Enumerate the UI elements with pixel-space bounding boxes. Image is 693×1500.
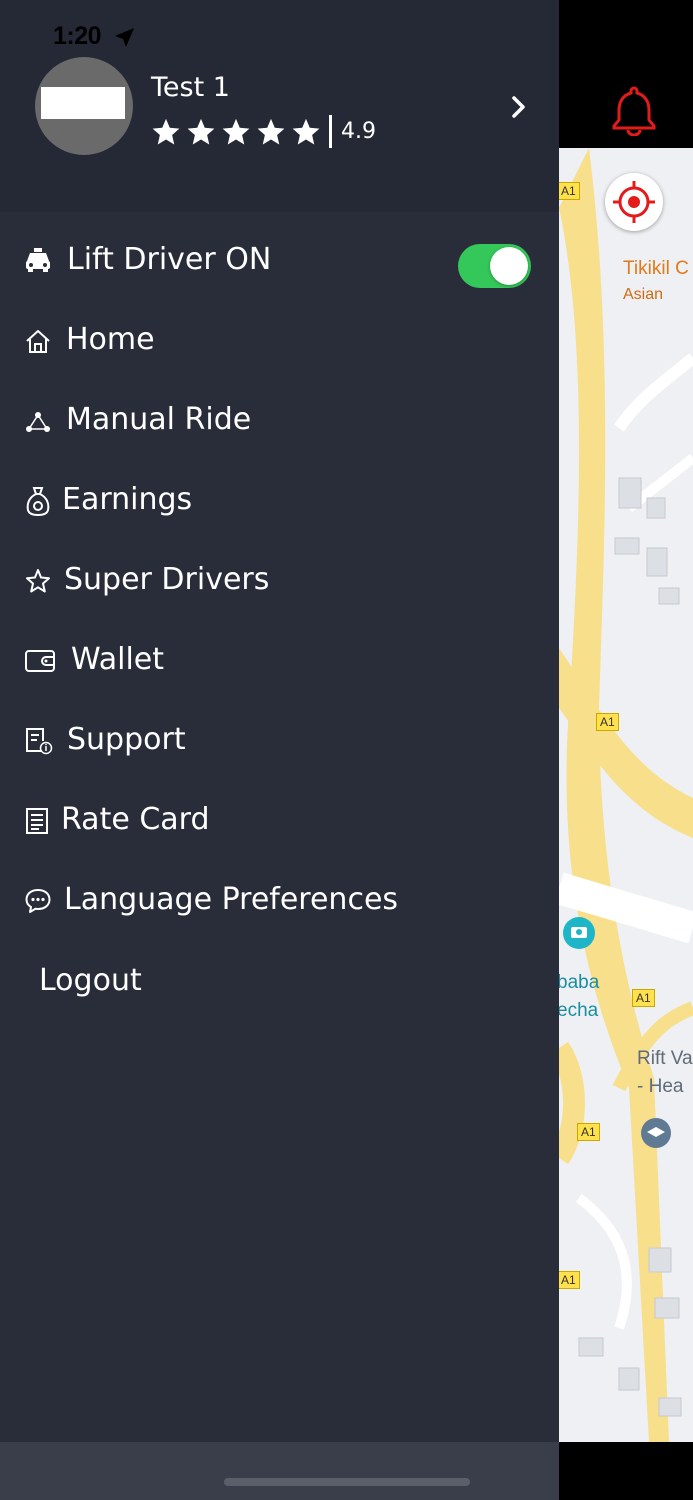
driver-status-toggle[interactable] xyxy=(458,244,531,288)
menu-item-label: Rate Card xyxy=(61,802,210,837)
profile-name: Test 1 xyxy=(151,72,230,103)
road-shield: A1 xyxy=(596,713,619,731)
road-shield: A1 xyxy=(577,1123,600,1141)
map-place-label: - Hea xyxy=(637,1076,684,1097)
menu-item-manual-ride[interactable]: Manual Ride xyxy=(0,386,559,456)
star-icon xyxy=(26,569,50,593)
menu-item-language-preferences[interactable]: Language Preferences xyxy=(0,866,559,936)
location-arrow-icon xyxy=(115,28,134,47)
menu-item-label: Lift Driver ON xyxy=(67,242,272,277)
support-document-icon xyxy=(26,728,53,755)
star-icon xyxy=(257,118,285,145)
rating-value: 4.9 xyxy=(341,119,376,144)
avatar-image xyxy=(41,87,125,119)
rating-divider xyxy=(329,115,332,148)
home-indicator[interactable] xyxy=(224,1478,470,1486)
menu-item-label: Logout xyxy=(39,963,142,998)
chat-bubble-icon xyxy=(25,889,51,913)
notification-bell-icon[interactable] xyxy=(609,84,659,136)
road-shield: A1 xyxy=(632,989,655,1007)
road-shield: A1 xyxy=(559,182,580,200)
menu-item-super-drivers[interactable]: Super Drivers xyxy=(0,546,559,616)
chevron-right-icon[interactable] xyxy=(510,95,528,119)
toggle-knob xyxy=(490,247,528,285)
map-place-label[interactable]: Rift Va xyxy=(637,1048,693,1070)
map-roads xyxy=(559,148,693,1442)
money-bag-icon xyxy=(26,487,50,517)
menu-item-logout[interactable]: Logout xyxy=(0,946,559,1016)
navigation-drawer: 1:20 Test 1 4.9 Lift Driver ON Home Manu… xyxy=(0,0,559,1500)
map-place-sublabel: Asian xyxy=(623,286,664,303)
map-place-label[interactable]: Tikikil C xyxy=(623,258,689,280)
list-document-icon xyxy=(26,808,48,834)
menu-item-label: Home xyxy=(66,322,155,357)
star-icon xyxy=(222,118,250,145)
star-icon xyxy=(292,118,320,145)
menu-item-rate-card[interactable]: Rate Card xyxy=(0,786,559,856)
home-icon xyxy=(26,330,50,353)
map-view[interactable]: Tikikil C Asian baba echa Rift Va - Hea … xyxy=(559,148,693,1442)
menu-item-wallet[interactable]: Wallet xyxy=(0,626,559,696)
rating-stars xyxy=(151,117,321,147)
recenter-location-button[interactable] xyxy=(605,173,663,231)
bottom-safe-area xyxy=(0,1442,693,1500)
status-bar-time: 1:20 xyxy=(53,22,102,50)
menu-item-support[interactable]: Support xyxy=(0,706,559,776)
avatar[interactable] xyxy=(35,57,133,155)
map-place-label: echa xyxy=(559,1000,599,1021)
map-place-label[interactable]: baba xyxy=(559,972,599,994)
map-panel[interactable]: Tikikil C Asian baba echa Rift Va - Hea … xyxy=(559,0,693,1500)
route-nodes-icon xyxy=(26,412,50,432)
car-icon xyxy=(26,248,50,272)
menu-item-label: Wallet xyxy=(71,642,165,677)
menu-item-earnings[interactable]: Earnings xyxy=(0,466,559,536)
menu-item-label: Super Drivers xyxy=(64,562,270,597)
menu-item-label: Language Preferences xyxy=(64,882,399,917)
menu-item-label: Support xyxy=(67,722,186,757)
road-shield: A1 xyxy=(559,1271,580,1289)
crosshair-target-icon xyxy=(613,181,655,223)
profile-header[interactable]: 1:20 Test 1 4.9 xyxy=(0,0,559,212)
menu-item-label: Manual Ride xyxy=(66,402,252,437)
star-icon xyxy=(152,118,180,145)
menu-item-home[interactable]: Home xyxy=(0,306,559,376)
bottom-safe-area-map xyxy=(559,1442,693,1500)
star-icon xyxy=(187,118,215,145)
menu-item-label: Earnings xyxy=(62,482,193,517)
wallet-icon xyxy=(25,650,55,672)
